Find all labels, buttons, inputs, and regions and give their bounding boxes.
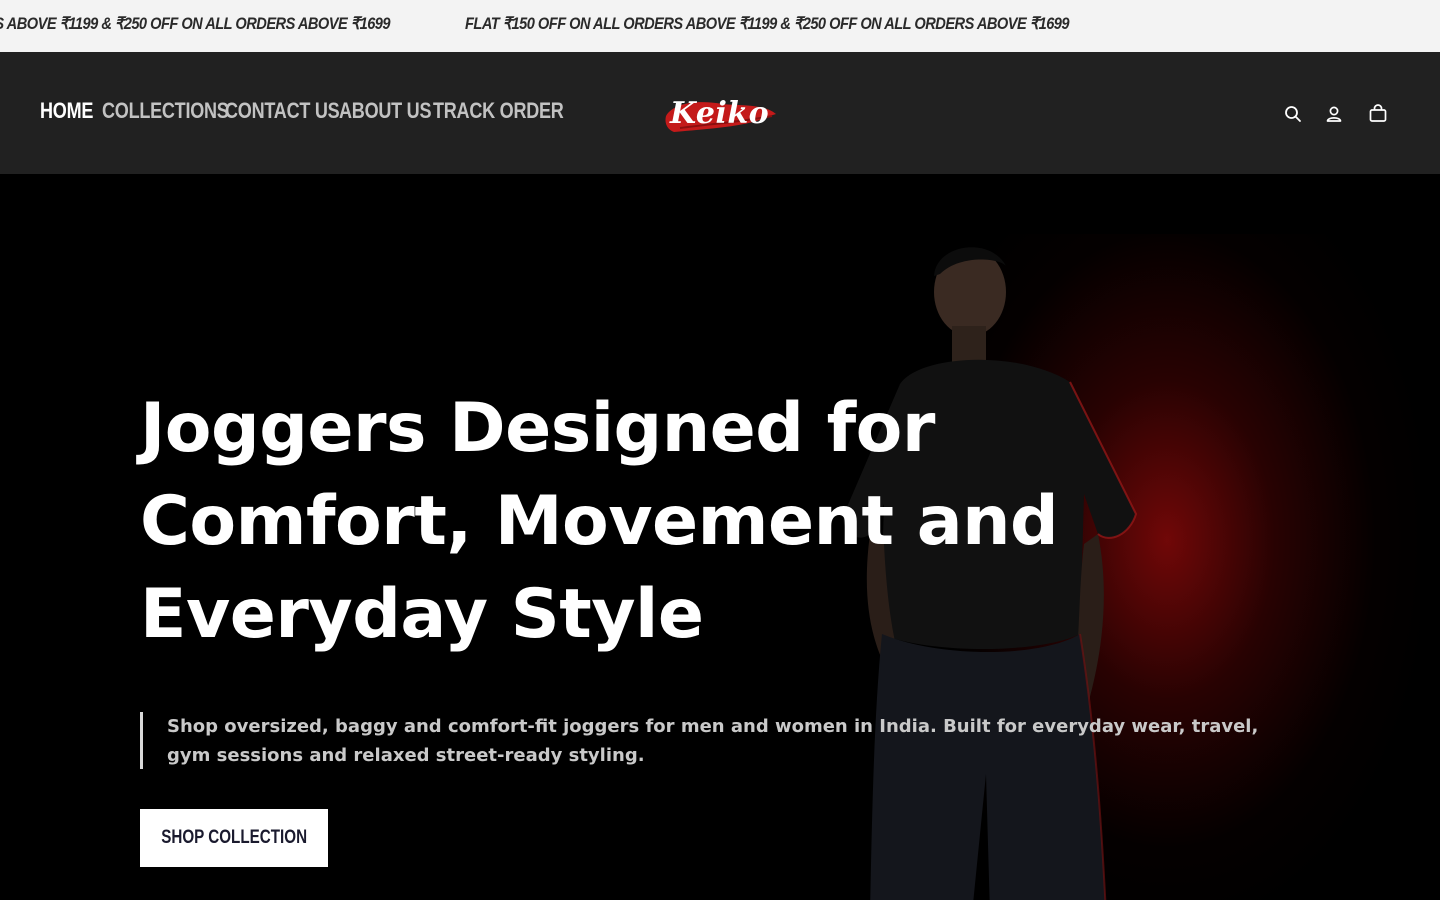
nav-link-contact-us[interactable]: CONTACT US [225, 98, 340, 124]
main-nav: HOME COLLECTIONS CONTACT US ABOUT US TRA… [40, 98, 564, 126]
announcement-message: FLAT ₹150 OFF ON ALL ORDERS ABOVE ₹1199 … [465, 14, 1070, 33]
headline-line: Joggers Designed for [140, 389, 935, 468]
nav-link-about-us[interactable]: ABOUT US [339, 98, 431, 124]
announcement-message: FLAT ₹150 OFF ON ALL ORDERS ABOVE ₹1199 … [0, 14, 391, 33]
shop-collection-label: SHOP COLLECTION [161, 827, 307, 848]
hero-section: Joggers Designed for Comfort, Movement a… [0, 174, 1440, 900]
hero-subtext: Shop oversized, baggy and comfort-fit jo… [140, 712, 1260, 769]
shop-collection-button[interactable]: SHOP COLLECTION [140, 809, 328, 867]
nav-link-home[interactable]: HOME [40, 98, 93, 124]
nav-item-collections[interactable]: COLLECTIONS [102, 98, 229, 126]
headline-line: Comfort, Movement and [140, 482, 1059, 561]
logo-text: Keiko [670, 96, 770, 131]
nav-link-collections[interactable]: COLLECTIONS [102, 98, 229, 124]
cart-icon[interactable] [1367, 103, 1389, 125]
nav-item-home[interactable]: HOME [40, 98, 102, 126]
announcement-bar: FLAT ₹150 OFF ON ALL ORDERS ABOVE ₹1199 … [0, 0, 1440, 52]
brand-logo[interactable]: Keiko [660, 92, 780, 138]
nav-item-about-us[interactable]: ABOUT US [339, 98, 433, 126]
search-icon[interactable] [1282, 103, 1304, 125]
site-header: HOME COLLECTIONS CONTACT US ABOUT US TRA… [0, 52, 1440, 174]
nav-item-contact-us[interactable]: CONTACT US [225, 98, 340, 126]
nav-link-track-order[interactable]: TRACK ORDER [433, 98, 564, 124]
headline-line: Everyday Style [140, 575, 704, 654]
hero-headline: Joggers Designed for Comfort, Movement a… [140, 382, 1100, 661]
account-icon[interactable] [1323, 103, 1345, 125]
nav-item-track-order[interactable]: TRACK ORDER [433, 98, 564, 126]
